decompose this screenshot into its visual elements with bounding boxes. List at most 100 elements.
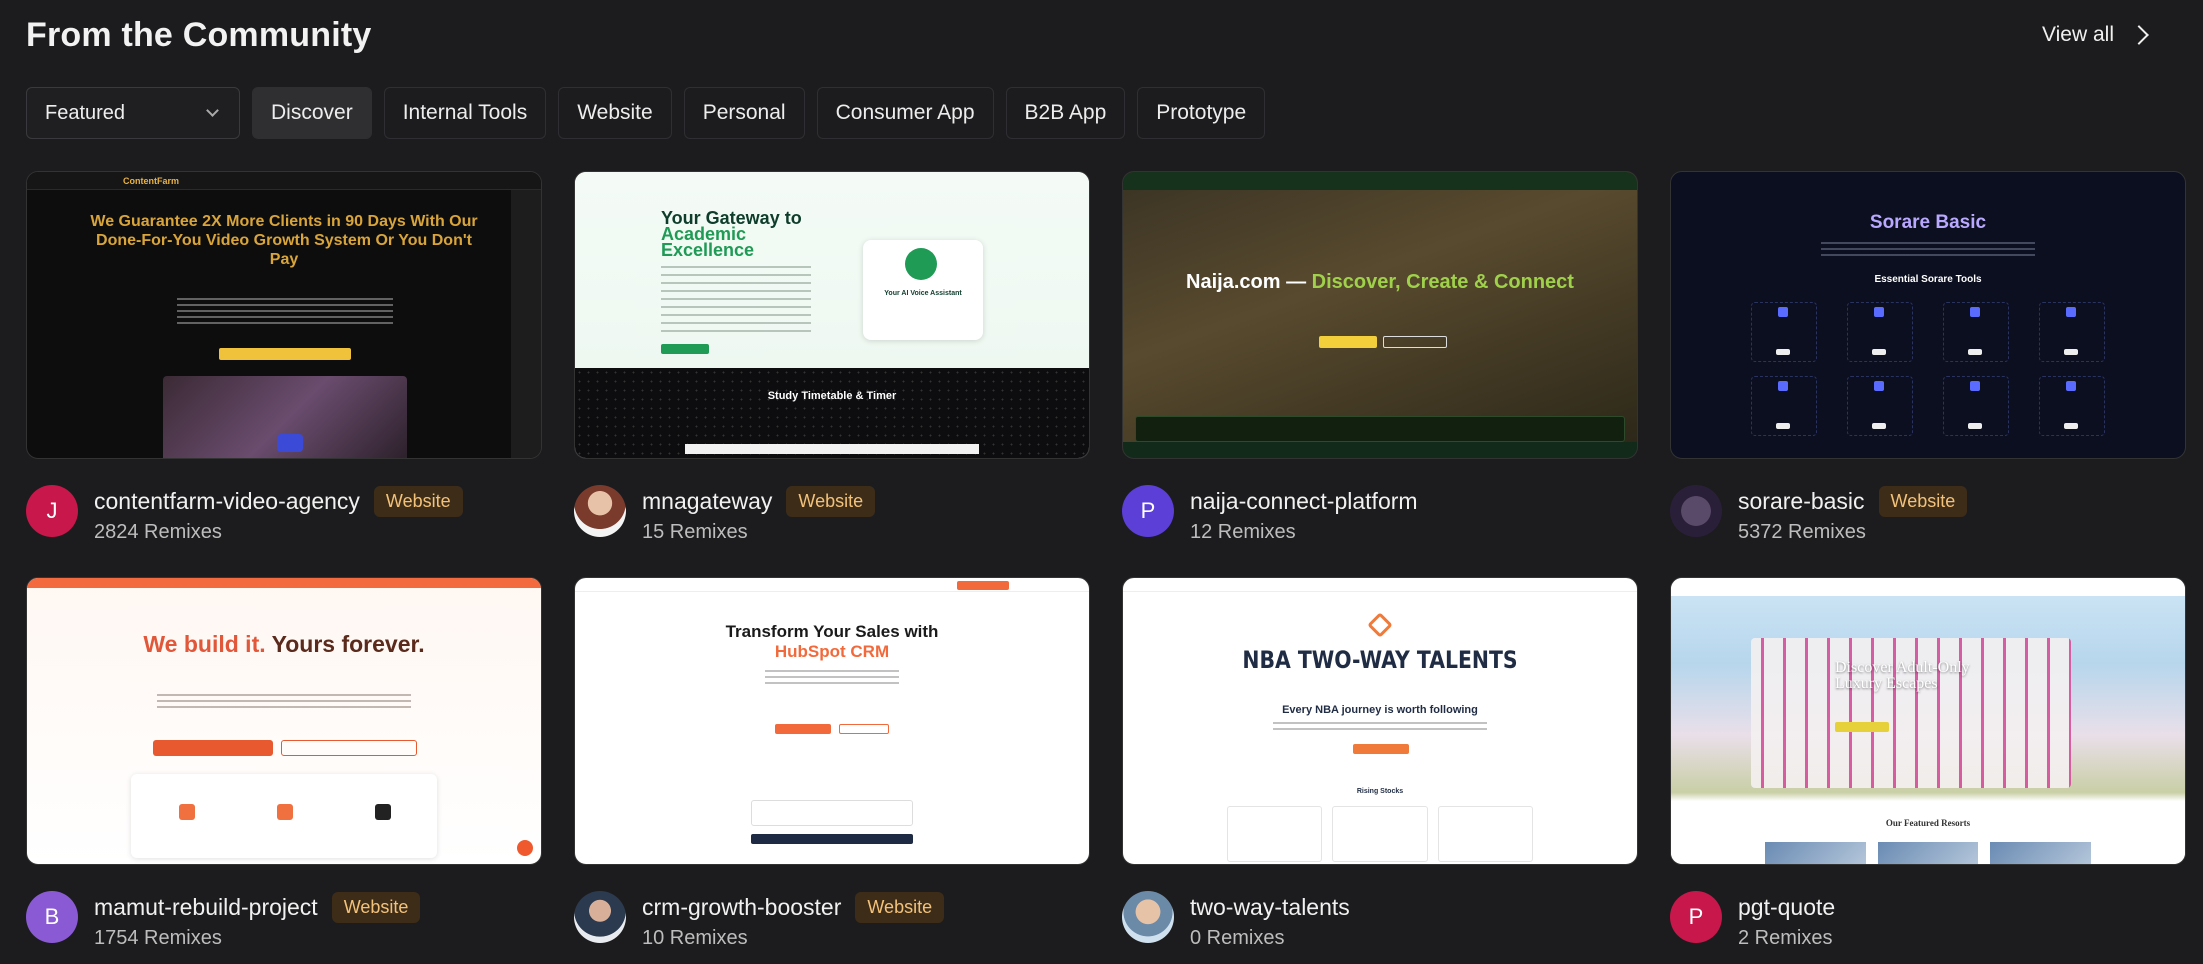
project-name[interactable]: contentfarm-video-agency bbox=[94, 488, 360, 515]
project-thumbnail[interactable]: We build it. Yours forever. bbox=[26, 577, 542, 865]
project-card[interactable]: Naija.com — Discover, Create & Connect P… bbox=[1122, 171, 1638, 544]
avatar[interactable]: J bbox=[26, 485, 78, 537]
project-name[interactable]: crm-growth-booster bbox=[642, 894, 841, 921]
category-badge: Website bbox=[1878, 485, 1968, 517]
project-card[interactable]: Sorare Basic Essential Sorare Tools sora… bbox=[1670, 171, 2186, 544]
category-badge: Website bbox=[855, 891, 945, 923]
project-card[interactable]: ContentFarm We Guarantee 2X More Clients… bbox=[26, 171, 542, 544]
avatar[interactable]: P bbox=[1122, 485, 1174, 537]
thumb-headline-b: Discover, Create & Connect bbox=[1311, 271, 1574, 293]
category-badge: Website bbox=[786, 485, 876, 517]
remix-count: 0 Remixes bbox=[1190, 927, 1285, 949]
thumb-hero bbox=[575, 172, 1089, 368]
avatar[interactable] bbox=[574, 485, 626, 537]
category-badge: Website bbox=[373, 485, 463, 517]
thumb-tiles bbox=[1751, 302, 2105, 436]
thumb-cta bbox=[1319, 336, 1377, 348]
remix-count: 5372 Remixes bbox=[1738, 521, 1866, 543]
project-name[interactable]: mamut-rebuild-project bbox=[94, 894, 318, 921]
thumb-bar bbox=[685, 444, 979, 454]
thumb-images bbox=[1765, 842, 2092, 864]
chevron-down-icon bbox=[206, 104, 219, 117]
project-meta: mnagateway Website 15 Remixes bbox=[574, 485, 1090, 544]
section-title: From the Community bbox=[26, 15, 372, 54]
thumb-headline: Sorare Basic bbox=[1869, 212, 1987, 233]
thumb-cards bbox=[1227, 806, 1533, 862]
thumb-headline-b: Academic Excellence bbox=[661, 224, 755, 260]
thumb-nav-button bbox=[957, 581, 1009, 590]
thumb-cta bbox=[775, 724, 831, 734]
project-thumbnail[interactable]: Sorare Basic Essential Sorare Tools bbox=[1670, 171, 2186, 459]
project-meta: crm-growth-booster Website 10 Remixes bbox=[574, 891, 1090, 950]
thumb-cta bbox=[1835, 722, 1889, 732]
view-all-link[interactable]: View all bbox=[2042, 23, 2186, 47]
thumb-text bbox=[661, 266, 811, 336]
thumb-generate-button bbox=[751, 834, 913, 844]
avatar[interactable]: P bbox=[1670, 891, 1722, 943]
project-thumbnail[interactable]: Discover Adult-Only Luxury Escapes Our F… bbox=[1670, 577, 2186, 865]
project-name[interactable]: pgt-quote bbox=[1738, 894, 1835, 921]
avatar[interactable] bbox=[1670, 485, 1722, 537]
project-thumbnail[interactable]: ContentFarm We Guarantee 2X More Clients… bbox=[26, 171, 542, 459]
avatar[interactable] bbox=[1122, 891, 1174, 943]
section-header: From the Community View all bbox=[26, 0, 2186, 70]
thumb-section-title: Essential Sorare Tools bbox=[1874, 274, 1982, 285]
filter-prototype[interactable]: Prototype bbox=[1137, 87, 1266, 139]
thumb-section-title: Our Featured Resorts bbox=[1885, 818, 1971, 828]
thumb-headline: Transform Your Sales with HubSpot CRM bbox=[575, 622, 1089, 662]
project-name[interactable]: naija-connect-platform bbox=[1190, 488, 1418, 515]
avatar[interactable] bbox=[574, 891, 626, 943]
thumb-section-title: Rising Stocks bbox=[1356, 788, 1404, 795]
project-meta: two-way-talents 0 Remixes bbox=[1122, 891, 1638, 950]
project-thumbnail[interactable]: Transform Your Sales with HubSpot CRM bbox=[574, 577, 1090, 865]
thumb-strip bbox=[1135, 416, 1625, 442]
project-name[interactable]: two-way-talents bbox=[1190, 894, 1350, 921]
project-thumbnail[interactable]: NBA TWO-WAY TALENTS Every NBA journey is… bbox=[1122, 577, 1638, 865]
thumb-headline-a: Transform Your Sales with bbox=[725, 622, 939, 641]
project-card[interactable]: Your Gateway to Academic Excellence Your … bbox=[574, 171, 1090, 544]
filter-personal[interactable]: Personal bbox=[683, 87, 805, 139]
project-meta: P naija-connect-platform 12 Remixes bbox=[1122, 485, 1638, 544]
remix-count: 10 Remixes bbox=[642, 927, 748, 949]
project-thumbnail[interactable]: Your Gateway to Academic Excellence Your … bbox=[574, 171, 1090, 459]
thumb-subheadline: Every NBA journey is worth following bbox=[1282, 704, 1478, 716]
thumb-banner bbox=[27, 578, 541, 588]
thumb-feature-icon bbox=[375, 804, 391, 820]
chevron-right-icon bbox=[2129, 25, 2149, 45]
thumb-text bbox=[765, 670, 899, 686]
thumb-nav bbox=[575, 578, 1089, 592]
remix-count: 2 Remixes bbox=[1738, 927, 1833, 949]
thumb-nav bbox=[1123, 172, 1637, 190]
project-card[interactable]: We build it. Yours forever. B mamut-rebu… bbox=[26, 577, 542, 950]
thumb-headline: Discover Adult-Only Luxury Escapes bbox=[1835, 659, 1970, 692]
project-card[interactable]: NBA TWO-WAY TALENTS Every NBA journey is… bbox=[1122, 577, 1638, 950]
project-thumbnail[interactable]: Naija.com — Discover, Create & Connect bbox=[1122, 171, 1638, 459]
thumb-feature-icon bbox=[179, 804, 195, 820]
user-icon bbox=[905, 248, 937, 280]
thumb-nav bbox=[27, 172, 541, 190]
thumb-nav bbox=[1671, 578, 2185, 596]
filter-consumer-app[interactable]: Consumer App bbox=[816, 87, 994, 139]
filter-b2b-app[interactable]: B2B App bbox=[1005, 87, 1126, 139]
project-meta: J contentfarm-video-agency Website 2824 … bbox=[26, 485, 542, 544]
thumb-dark-title: Study Timetable & Timer bbox=[767, 390, 897, 402]
avatar[interactable]: B bbox=[26, 891, 78, 943]
sort-select[interactable]: Featured bbox=[26, 87, 240, 139]
thumb-headline-a: Naija.com — bbox=[1186, 271, 1312, 293]
thumb-logo: ContentFarm bbox=[123, 176, 179, 186]
remix-count: 1754 Remixes bbox=[94, 927, 222, 949]
project-card[interactable]: Discover Adult-Only Luxury Escapes Our F… bbox=[1670, 577, 2186, 950]
project-name[interactable]: mnagateway bbox=[642, 488, 772, 515]
thumb-text bbox=[177, 298, 393, 324]
project-meta: B mamut-rebuild-project Website 1754 Rem… bbox=[26, 891, 542, 950]
filter-website[interactable]: Website bbox=[558, 87, 672, 139]
filter-discover[interactable]: Discover bbox=[252, 87, 372, 139]
filter-internal-tools[interactable]: Internal Tools bbox=[383, 87, 547, 139]
project-card[interactable]: Transform Your Sales with HubSpot CRM crm… bbox=[574, 577, 1090, 950]
remix-count: 2824 Remixes bbox=[94, 521, 222, 543]
thumb-headline-b: HubSpot CRM bbox=[774, 642, 890, 661]
thumb-cta bbox=[153, 740, 273, 756]
thumb-headline-b: Yours forever. bbox=[271, 631, 425, 657]
project-name[interactable]: sorare-basic bbox=[1738, 488, 1865, 515]
thumb-feature-icon bbox=[277, 804, 293, 820]
